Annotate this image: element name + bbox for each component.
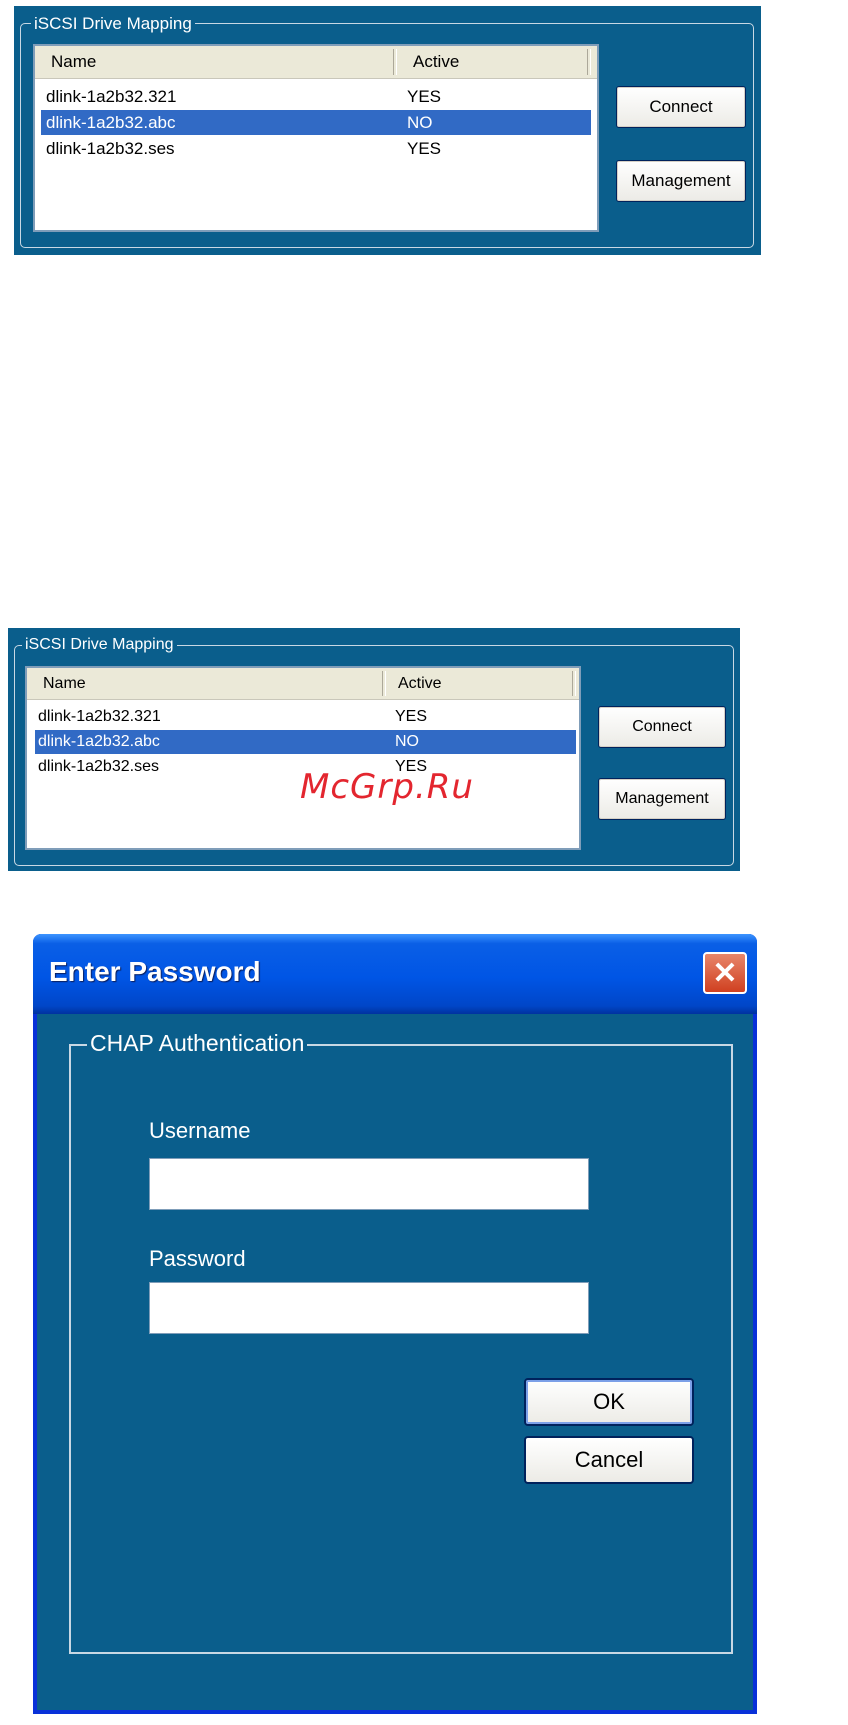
group-title: iSCSI Drive Mapping	[22, 637, 177, 653]
row-name: dlink-1a2b32.abc	[38, 733, 160, 750]
close-button[interactable]: ✕	[703, 952, 747, 994]
connect-button[interactable]: Connect	[616, 86, 746, 128]
watermark-text: McGrp.Ru	[300, 767, 474, 807]
username-field[interactable]	[149, 1158, 589, 1210]
table-row-selected[interactable]: dlink-1a2b32.abc NO	[35, 730, 576, 754]
row-active: NO	[395, 733, 419, 750]
iscsi-drive-mapping-panel: iSCSI Drive Mapping Name Active dlink-1a…	[14, 6, 761, 255]
title-bar[interactable]: Enter Password ✕	[33, 934, 757, 1014]
close-icon: ✕	[712, 956, 738, 990]
management-button[interactable]: Management	[616, 160, 746, 202]
column-header-name[interactable]: Name	[43, 668, 373, 699]
password-label: Password	[149, 1246, 246, 1271]
enter-password-dialog: Enter Password ✕ CHAP Authentication Use…	[33, 934, 757, 1714]
row-name: dlink-1a2b32.abc	[46, 112, 176, 132]
list-header: Name Active	[27, 668, 579, 700]
row-active: NO	[407, 112, 433, 132]
column-separator[interactable]	[382, 671, 386, 696]
cancel-button[interactable]: Cancel	[524, 1436, 694, 1484]
iscsi-drive-mapping-panel-2: iSCSI Drive Mapping Name Active dlink-1a…	[8, 628, 740, 871]
table-row[interactable]: dlink-1a2b32.321 YES	[41, 84, 591, 109]
drive-list[interactable]: Name Active dlink-1a2b32.321 YES dlink-1…	[33, 44, 599, 232]
row-active: YES	[407, 86, 442, 106]
column-separator[interactable]	[572, 671, 576, 696]
list-header: Name Active	[35, 46, 597, 79]
row-active: YES	[395, 708, 428, 725]
column-header-active[interactable]: Active	[398, 668, 568, 699]
table-row[interactable]: dlink-1a2b32.321 YES	[35, 705, 576, 729]
drive-list[interactable]: Name Active dlink-1a2b32.321 YES dlink-1…	[25, 666, 581, 850]
table-row-selected[interactable]: dlink-1a2b32.abc NO	[41, 110, 591, 135]
connect-button[interactable]: Connect	[598, 706, 726, 748]
row-name: dlink-1a2b32.ses	[46, 138, 175, 158]
ok-button[interactable]: OK	[524, 1378, 694, 1426]
row-name: dlink-1a2b32.ses	[38, 758, 159, 775]
password-field[interactable]	[149, 1282, 589, 1334]
row-name: dlink-1a2b32.321	[38, 708, 161, 725]
column-header-name[interactable]: Name	[51, 46, 391, 78]
username-label: Username	[149, 1118, 251, 1143]
column-separator[interactable]	[587, 49, 591, 75]
group-title: iSCSI Drive Mapping	[31, 15, 195, 32]
row-active: YES	[407, 138, 442, 158]
management-button[interactable]: Management	[598, 778, 726, 820]
column-header-active[interactable]: Active	[413, 46, 583, 78]
group-title: CHAP Authentication	[87, 1032, 308, 1055]
column-separator[interactable]	[393, 49, 397, 75]
table-row[interactable]: dlink-1a2b32.ses YES	[41, 136, 591, 161]
row-name: dlink-1a2b32.321	[46, 86, 177, 106]
dialog-title: Enter Password	[49, 956, 261, 987]
